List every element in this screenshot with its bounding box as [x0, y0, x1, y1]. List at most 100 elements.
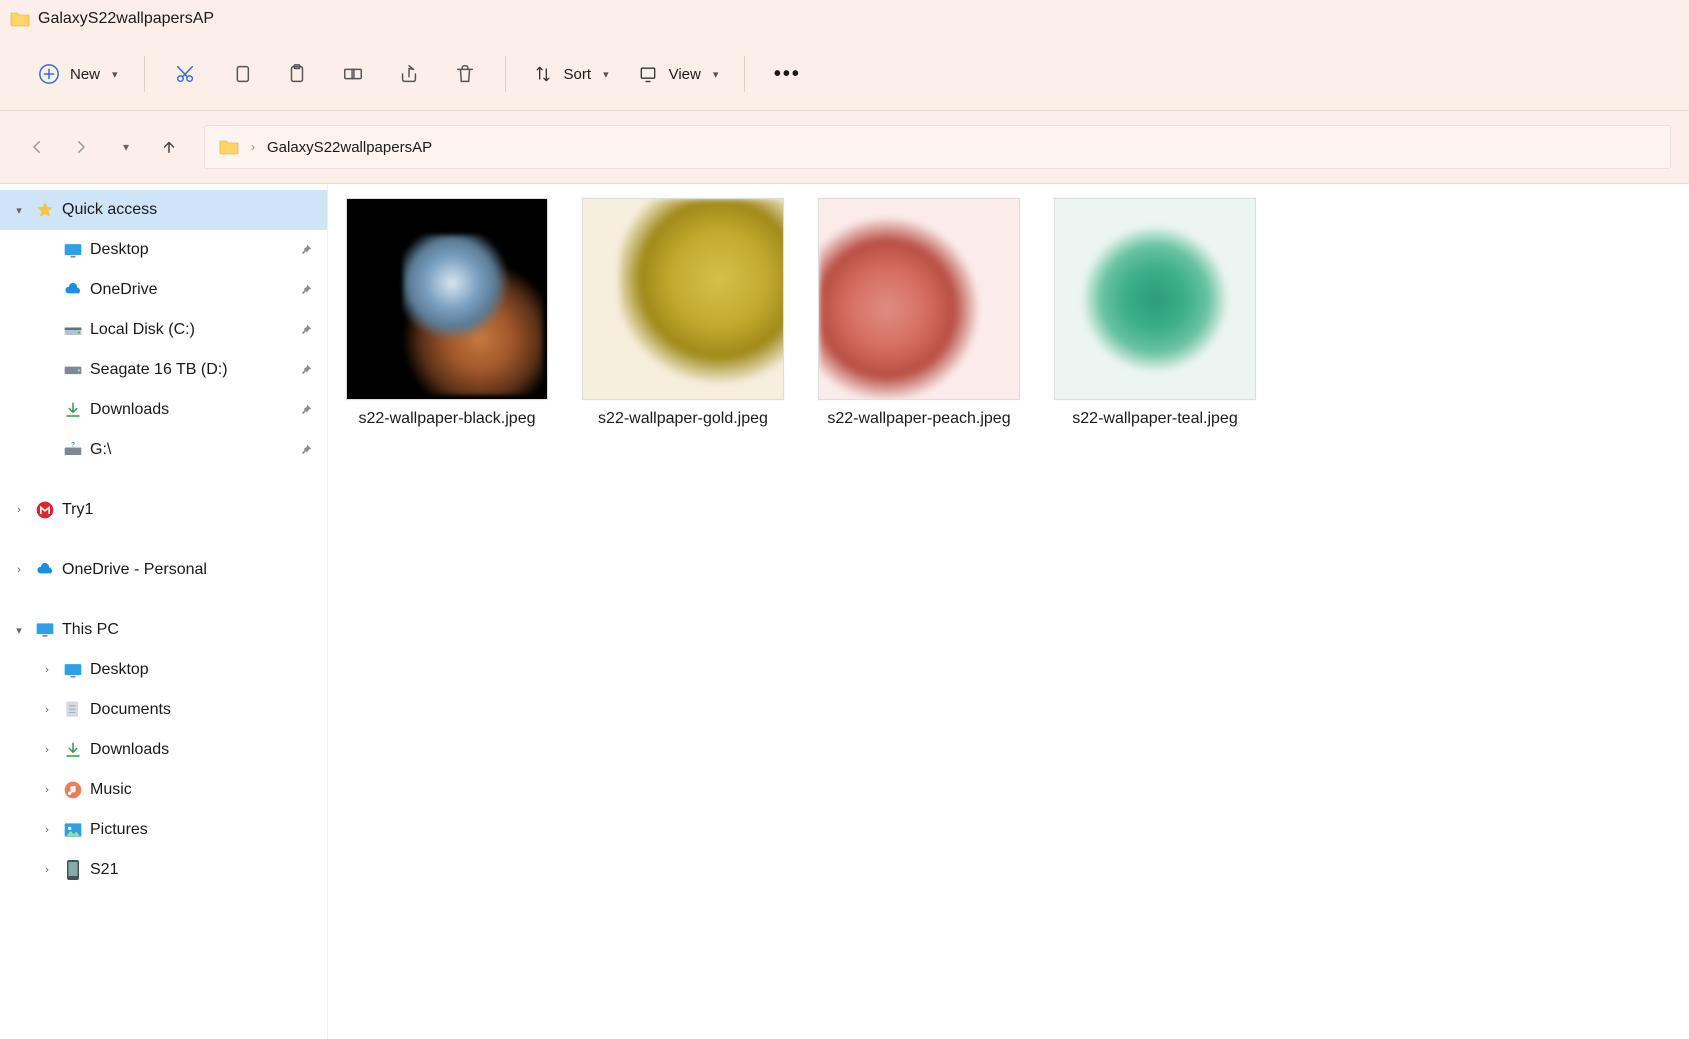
try1-label: Try1 — [62, 501, 319, 519]
sort-label: Sort — [564, 66, 592, 83]
sidebar-item-label: OneDrive — [90, 281, 293, 299]
view-icon — [637, 63, 659, 85]
file-explorer-window: GalaxyS22wallpapersAP New ▾ — [0, 0, 1689, 1039]
sidebar-pinned-item[interactable]: ?G:\ — [0, 430, 327, 470]
sidebar-pc-item[interactable]: › Desktop — [0, 650, 327, 690]
drive-q-icon: ? — [62, 442, 84, 458]
file-item[interactable]: s22-wallpaper-gold.jpeg — [582, 198, 784, 428]
chevron-right-icon: › — [10, 504, 28, 516]
navigation-pane: ▾ Quick access Desktop OneDrive Local Disk… — [0, 184, 328, 1039]
cut-button[interactable] — [161, 52, 209, 96]
delete-button[interactable] — [441, 52, 489, 96]
chevron-down-icon: ▾ — [713, 68, 719, 81]
clipboard-icon — [286, 63, 308, 85]
phone-icon — [62, 859, 84, 881]
scissors-icon — [174, 63, 196, 85]
pin-icon — [299, 403, 313, 417]
sidebar-pinned-item[interactable]: Downloads — [0, 390, 327, 430]
file-item[interactable]: s22-wallpaper-peach.jpeg — [818, 198, 1020, 428]
pin-icon — [299, 243, 313, 257]
rename-button[interactable] — [329, 52, 377, 96]
chevron-down-icon: ▾ — [10, 204, 28, 217]
sidebar-pinned-item[interactable]: Desktop — [0, 230, 327, 270]
file-thumbnail — [582, 198, 784, 400]
content-pane[interactable]: s22-wallpaper-black.jpeg s22-wallpaper-go… — [328, 184, 1689, 1039]
sidebar-item-label: Desktop — [90, 661, 319, 679]
recent-locations-button[interactable]: ▾ — [106, 128, 144, 166]
view-label: View — [669, 66, 701, 83]
sidebar-item-label: S21 — [90, 861, 319, 879]
ellipsis-icon: ••• — [774, 63, 801, 86]
separator — [505, 56, 506, 92]
pin-icon — [299, 283, 313, 297]
chevron-right-icon: › — [251, 140, 255, 154]
sidebar-item-try1[interactable]: › Try1 — [0, 490, 327, 530]
up-button[interactable] — [150, 128, 188, 166]
new-label: New — [70, 66, 100, 83]
file-name: s22-wallpaper-black.jpeg — [359, 410, 536, 428]
address-row: ▾ › GalaxyS22wallpapersAP — [0, 111, 1689, 184]
trash-icon — [454, 63, 476, 85]
sidebar-item-label: Music — [90, 781, 319, 799]
chevron-right-icon: › — [38, 824, 56, 836]
sidebar-pc-item[interactable]: ›Music — [0, 770, 327, 810]
folder-icon — [219, 139, 239, 155]
sidebar-item-label: Desktop — [90, 241, 293, 259]
sidebar-pc-item[interactable]: ›Documents — [0, 690, 327, 730]
sidebar-item-label: Downloads — [90, 401, 293, 419]
chevron-right-icon: › — [38, 664, 56, 676]
pin-icon — [299, 443, 313, 457]
quick-access-label: Quick access — [62, 201, 319, 219]
view-button[interactable]: View ▾ — [627, 57, 729, 91]
monitor-icon — [34, 621, 56, 639]
sidebar-item-this-pc[interactable]: ▾ This PC — [0, 610, 327, 650]
back-button[interactable] — [18, 128, 56, 166]
disk-icon — [62, 322, 84, 338]
rename-icon — [342, 63, 364, 85]
chevron-down-icon: ▾ — [603, 68, 609, 81]
command-bar: New ▾ Sort ▾ — [0, 38, 1689, 111]
this-pc-label: This PC — [62, 621, 319, 639]
copy-icon — [230, 63, 252, 85]
pin-icon — [299, 363, 313, 377]
forward-button[interactable] — [62, 128, 100, 166]
onedrive-personal-label: OneDrive - Personal — [62, 561, 319, 579]
folder-icon — [10, 11, 30, 27]
sidebar-pc-item[interactable]: ›Downloads — [0, 730, 327, 770]
pin-icon — [299, 323, 313, 337]
file-item[interactable]: s22-wallpaper-black.jpeg — [346, 198, 548, 428]
new-button[interactable]: New ▾ — [28, 57, 128, 91]
sidebar-item-label: Seagate 16 TB (D:) — [90, 361, 293, 379]
sidebar-pc-item[interactable]: › S21 — [0, 850, 327, 890]
chevron-right-icon: › — [38, 864, 56, 876]
file-thumbnail — [818, 198, 1020, 400]
download-icon — [62, 741, 84, 759]
more-button[interactable]: ••• — [761, 52, 813, 96]
copy-button[interactable] — [217, 52, 265, 96]
sidebar-pinned-item[interactable]: Local Disk (C:) — [0, 310, 327, 350]
sidebar-item-onedrive-personal[interactable]: › OneDrive - Personal — [0, 550, 327, 590]
download-icon — [62, 401, 84, 419]
breadcrumb-root[interactable] — [215, 137, 243, 157]
desktop-icon — [62, 242, 84, 258]
sidebar-item-quick-access[interactable]: ▾ Quick access — [0, 190, 327, 230]
chevron-right-icon: › — [38, 704, 56, 716]
address-bar[interactable]: › GalaxyS22wallpapersAP — [204, 125, 1671, 169]
file-name: s22-wallpaper-teal.jpeg — [1072, 410, 1237, 428]
share-icon — [398, 63, 420, 85]
breadcrumb-current[interactable]: GalaxyS22wallpapersAP — [263, 137, 436, 158]
share-button[interactable] — [385, 52, 433, 96]
sidebar-pinned-item[interactable]: OneDrive — [0, 270, 327, 310]
chevron-down-icon: ▾ — [112, 68, 118, 81]
sidebar-item-label: Pictures — [90, 821, 319, 839]
sidebar-pc-item[interactable]: › Pictures — [0, 810, 327, 850]
file-item[interactable]: s22-wallpaper-teal.jpeg — [1054, 198, 1256, 428]
file-thumbnail — [346, 198, 548, 400]
title-bar: GalaxyS22wallpapersAP — [0, 0, 1689, 38]
body: ▾ Quick access Desktop OneDrive Local Disk… — [0, 184, 1689, 1039]
onedrive-icon — [62, 283, 84, 297]
paste-button[interactable] — [273, 52, 321, 96]
sort-button[interactable]: Sort ▾ — [522, 57, 619, 91]
sidebar-pinned-item[interactable]: Seagate 16 TB (D:) — [0, 350, 327, 390]
separator — [744, 56, 745, 92]
